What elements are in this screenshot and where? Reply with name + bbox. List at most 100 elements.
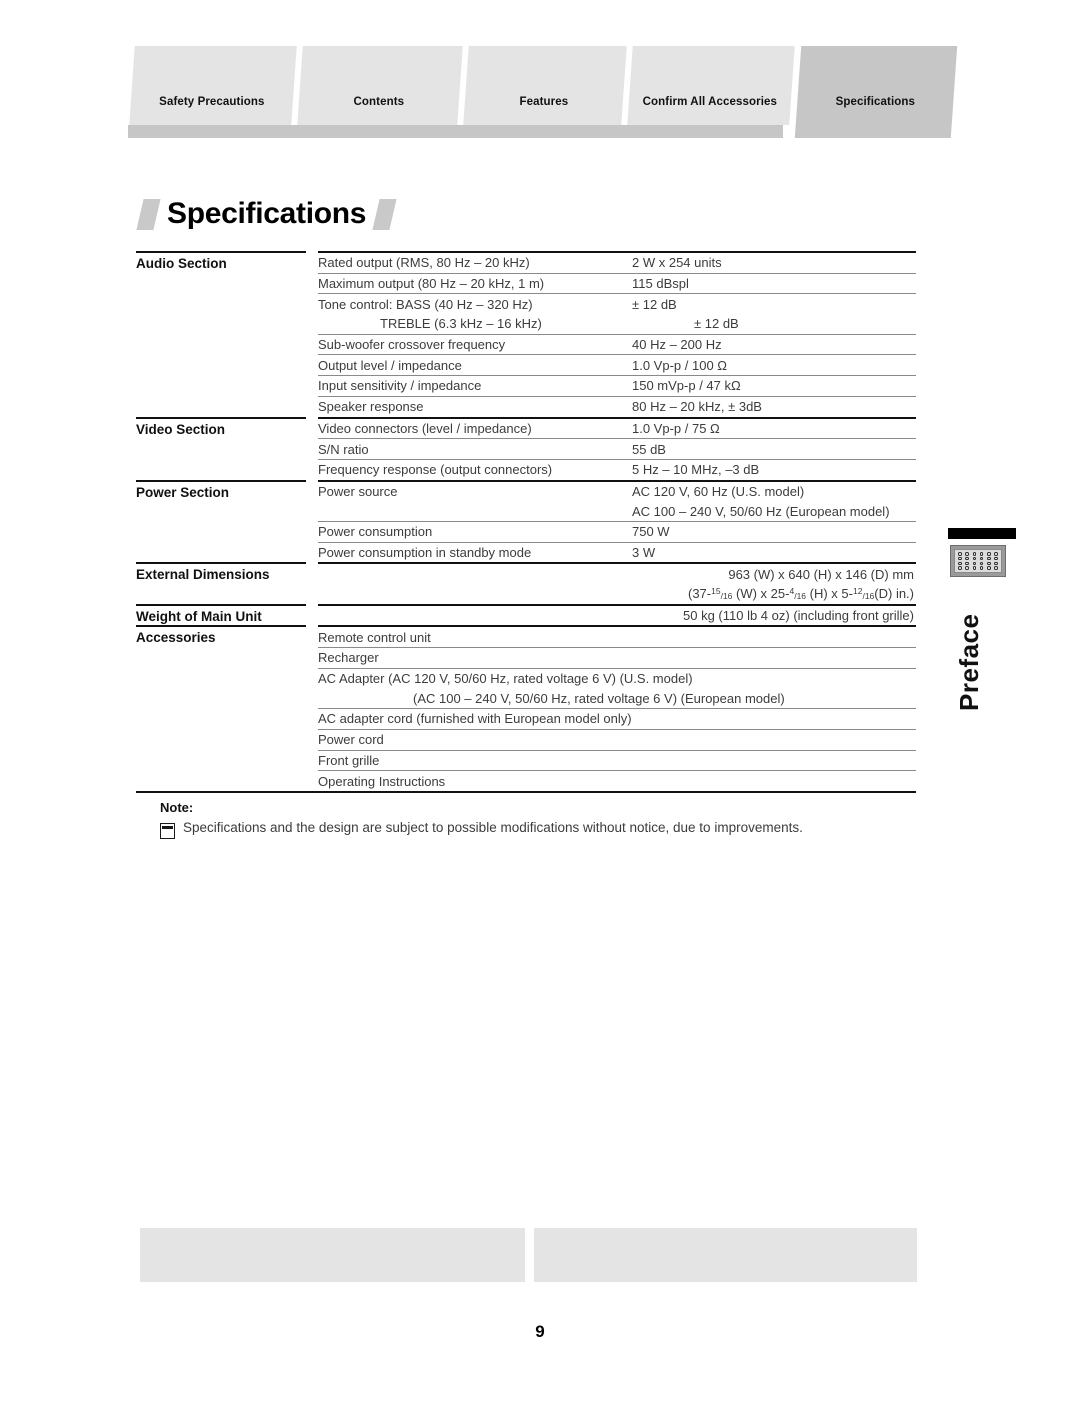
tab-label: Confirm All Accessories <box>642 96 778 108</box>
cell-value: (AC 100 – 240 V, 50/60 Hz, rated voltage… <box>413 690 785 706</box>
grille-dot <box>965 561 970 566</box>
grille-dot <box>965 556 970 561</box>
cell-key: Power source <box>318 483 398 499</box>
grille-dot <box>986 552 991 556</box>
cell-key: Power consumption in standby mode <box>318 544 532 560</box>
table-row: Power consumption 750 W <box>318 520 916 542</box>
table-row: Rated output (RMS, 80 Hz – 20 kHz) 2 W x … <box>318 251 916 273</box>
tab-label: Specifications <box>835 96 915 108</box>
spec-section: Weight of Main Unit 50 kg (110 lb 4 oz) (… <box>136 603 916 626</box>
table-row: Power cord <box>318 728 916 750</box>
table-row: (AC 100 – 240 V, 50/60 Hz, rated voltage… <box>318 688 916 708</box>
table-bottom-rule <box>136 790 916 793</box>
grille-dot <box>994 566 998 570</box>
spec-section-rows: Power source AC 120 V, 60 Hz (U.S. model)… <box>318 479 916 563</box>
page-number: 9 <box>535 1322 545 1341</box>
cell-value: 1.0 Vp-p / 100 Ω <box>632 357 727 373</box>
cell-value: 55 dB <box>632 441 666 457</box>
cell-value: 150 mVp-p / 47 kΩ <box>632 378 741 394</box>
spec-section-label: Accessories <box>136 630 216 646</box>
grille-dot <box>979 566 984 570</box>
table-row: (37-15/16 (W) x 25-4/16 (H) x 5-12/16(D)… <box>318 584 916 604</box>
grille-dot <box>958 566 962 570</box>
note-block: Note: Specifications and the design are … <box>160 800 920 839</box>
cell-value: Front grille <box>318 752 380 768</box>
cell-value: Operating Instructions <box>318 773 446 789</box>
grille-dot <box>972 556 977 561</box>
speaker-grille-dots <box>954 549 1002 573</box>
note-title: Note: <box>160 800 194 815</box>
spec-section-rows: Rated output (RMS, 80 Hz – 20 kHz) 2 W x … <box>318 251 916 417</box>
page-title: Specifications <box>136 197 397 231</box>
grille-dot <box>972 566 977 570</box>
spec-section-label: Video Section <box>136 421 226 437</box>
cell-key: Maximum output (80 Hz – 20 kHz, 1 m) <box>318 276 545 292</box>
note-document-icon <box>160 823 175 839</box>
table-row: TREBLE (6.3 kHz – 16 kHz) ± 12 dB <box>318 314 916 334</box>
table-row: S/N ratio 55 dB <box>318 438 916 459</box>
cell-value: ± 12 dB <box>694 316 739 332</box>
tab-confirm-all-accessories[interactable]: Confirm All Accessories <box>627 46 795 125</box>
tab-bar-underline <box>128 125 783 138</box>
tab-safety-precautions[interactable]: Safety Precautions <box>129 46 297 125</box>
spec-section-label: External Dimensions <box>136 567 270 583</box>
table-row: Recharger <box>318 647 916 668</box>
table-row: Front grille <box>318 749 916 771</box>
cell-key: Speaker response <box>318 399 424 415</box>
cell-key: Sub-woofer crossover frequency <box>318 337 506 353</box>
cell-value: AC Adapter (AC 120 V, 50/60 Hz, rated vo… <box>318 671 693 687</box>
cell-key: Input sensitivity / impedance <box>318 378 482 394</box>
cell-key: TREBLE (6.3 kHz – 16 kHz) <box>380 316 542 332</box>
cell-key: S/N ratio <box>318 441 369 457</box>
tab-specifications[interactable]: Specifications <box>794 46 958 138</box>
spec-section-rows: 50 kg (110 lb 4 oz) (including front gri… <box>318 603 916 626</box>
cell-key: Video connectors (level / impedance) <box>318 420 532 436</box>
table-row: Video connectors (level / impedance) 1.0 … <box>318 416 916 439</box>
spec-section: Power Section Power source AC 120 V, 60 Hz… <box>136 479 916 563</box>
spec-section: External Dimensions 963 (W) x 640 (H) x 1… <box>136 562 916 603</box>
tab-label: Safety Precautions <box>159 96 265 108</box>
cell-key: Tone control: BASS (40 Hz – 320 Hz) <box>318 296 533 312</box>
cell-value: 115 dBspl <box>632 276 689 292</box>
table-row: AC adapter cord (furnished with European… <box>318 708 916 729</box>
cell-key: Output level / impedance <box>318 357 462 373</box>
table-row: Speaker response 80 Hz – 20 kHz, ± 3dB <box>318 395 916 417</box>
footer-box-right <box>534 1228 917 1282</box>
table-row: AC 100 – 240 V, 50/60 Hz (European model… <box>318 501 916 521</box>
tab-features[interactable]: Features <box>463 46 627 125</box>
spec-section-rows: Remote control unit Recharger AC Adapter (… <box>318 625 916 791</box>
spec-section: Video Section Video connectors (level / i… <box>136 416 916 480</box>
grille-dot <box>994 561 998 566</box>
cell-value: 50 kg (110 lb 4 oz) (including front gri… <box>683 608 914 624</box>
cell-value: (37-15/16 (W) x 25-4/16 (H) x 5-12/16(D)… <box>687 586 914 602</box>
table-row: Input sensitivity / impedance 150 mVp-p /… <box>318 375 916 396</box>
cell-value: 963 (W) x 640 (H) x 146 (D) mm <box>728 566 914 582</box>
speaker-grille-icon <box>950 545 1006 577</box>
tab-contents[interactable]: Contents <box>297 46 463 125</box>
table-row: Remote control unit <box>318 625 916 647</box>
grille-dot <box>979 556 984 561</box>
cell-key: Power consumption <box>318 524 433 540</box>
cell-value: Power cord <box>318 732 384 748</box>
table-row: Frequency response (output connectors) 5 … <box>318 458 916 480</box>
grille-dot <box>972 561 977 566</box>
cell-value: AC 100 – 240 V, 50/60 Hz (European model… <box>632 503 890 519</box>
cell-value: 3 W <box>632 544 656 560</box>
spec-section: Accessories Remote control unit Recharger A… <box>136 625 916 791</box>
grille-dot <box>958 552 962 556</box>
page-title-text: Specifications <box>167 197 367 230</box>
grille-dot <box>986 566 991 570</box>
note-body: Specifications and the design are subjec… <box>160 820 920 839</box>
grille-dot <box>994 556 998 561</box>
table-row: Power consumption in standby mode 3 W <box>318 541 916 563</box>
spec-section-label: Audio Section <box>136 256 227 271</box>
specifications-table: Audio Section Rated output (RMS, 80 Hz – … <box>136 251 916 793</box>
side-tab-preface: Preface <box>944 528 1016 711</box>
grille-dot <box>958 556 962 561</box>
title-mark-left-icon <box>136 198 161 230</box>
table-row: Operating Instructions <box>318 770 916 791</box>
grille-dot <box>986 556 991 561</box>
cell-key: Frequency response (output connectors) <box>318 462 553 478</box>
table-row: Tone control: BASS (40 Hz – 320 Hz) ± 12 … <box>318 293 916 314</box>
cell-value: Remote control unit <box>318 629 431 645</box>
